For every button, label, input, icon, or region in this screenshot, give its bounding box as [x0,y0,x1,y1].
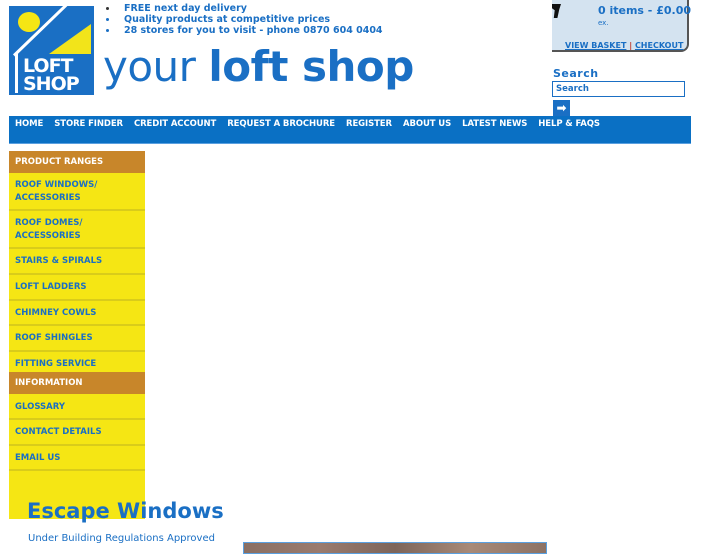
link-separator: | [629,41,633,50]
sidebar-item-glossary[interactable]: GLOSSARY [9,394,145,420]
wall-line-icon [15,53,18,93]
page-title: Escape Windows [27,499,224,523]
tagline-bold: loft shop [208,42,414,91]
sidebar-heading-product-ranges: PRODUCT RANGES [9,151,145,173]
tagline-light: your [103,42,196,91]
search-go-button[interactable]: ➡ [553,100,570,116]
sidebar-item-contact-details[interactable]: CONTACT DETAILS [9,420,145,446]
nav-about-us[interactable]: ABOUT US [403,119,451,129]
view-basket-link[interactable]: VIEW BASKET [565,41,626,50]
basket-summary: 0 items - £0.00 [598,4,692,17]
sidebar-item-roof-windows[interactable]: ROOF WINDOWS/ ACCESSORIES [9,173,145,211]
nav-latest-news[interactable]: LATEST NEWS [462,119,527,129]
basket-panel: 0 items - £0.00 ex. VIEW BASKET | CHECKO… [552,0,692,52]
usp-item: 28 stores for you to visit - phone 0870 … [106,25,383,36]
sidebar-item-chimney-cowls[interactable]: CHIMNEY COWLS [9,301,145,326]
checkout-link[interactable]: CHECKOUT [635,41,684,50]
sidebar-item-fitting-service[interactable]: FITTING SERVICE [9,352,145,372]
sunlight-wedge-icon [49,24,91,54]
nav-help-faqs[interactable]: HELP & FAQS [538,119,600,129]
page-subtitle: Under Building Regulations Approved [28,533,215,544]
search-label: Search [553,67,599,80]
sidebar-item-stairs-spirals[interactable]: STAIRS & SPIRALS [9,249,145,275]
nav-register[interactable]: REGISTER [346,119,392,129]
bullet-icon [106,18,109,21]
bullet-icon [106,7,109,10]
main-nav: HOME STORE FINDER CREDIT ACCOUNT REQUEST… [9,116,691,144]
basket-ex-label: ex. [598,19,609,27]
search-input[interactable] [552,81,685,97]
cart-icon[interactable] [552,4,561,18]
sidebar-heading-information: INFORMATION [9,372,145,394]
tagline: your loft shop [103,42,414,92]
logo-text-shop: SHOP [23,73,80,95]
usp-list: FREE next day delivery Quality products … [106,3,383,36]
sidebar-item-roof-shingles[interactable]: ROOF SHINGLES [9,326,145,352]
basket-links: VIEW BASKET | CHECKOUT [565,41,683,50]
arrow-right-icon: ➡ [556,101,567,115]
nav-credit-account[interactable]: CREDIT ACCOUNT [134,119,216,129]
usp-item: Quality products at competitive prices [106,14,383,25]
sidebar-item-loft-ladders[interactable]: LOFT LADDERS [9,275,145,301]
nav-home[interactable]: HOME [15,119,43,129]
loft-shop-logo[interactable]: LOFT SHOP [9,6,94,95]
nav-store-finder[interactable]: STORE FINDER [54,119,123,129]
nav-request-brochure[interactable]: REQUEST A BROCHURE [227,119,335,129]
sidebar-item-roof-domes[interactable]: ROOF DOMES/ ACCESSORIES [9,211,145,249]
sidebar-item-email-us[interactable]: EMAIL US [9,446,145,471]
sidebar: PRODUCT RANGES ROOF WINDOWS/ ACCESSORIES… [9,151,145,519]
sun-icon [18,12,40,32]
bullet-icon [106,29,109,32]
usp-item: FREE next day delivery [106,3,383,14]
hero-image [243,542,547,554]
